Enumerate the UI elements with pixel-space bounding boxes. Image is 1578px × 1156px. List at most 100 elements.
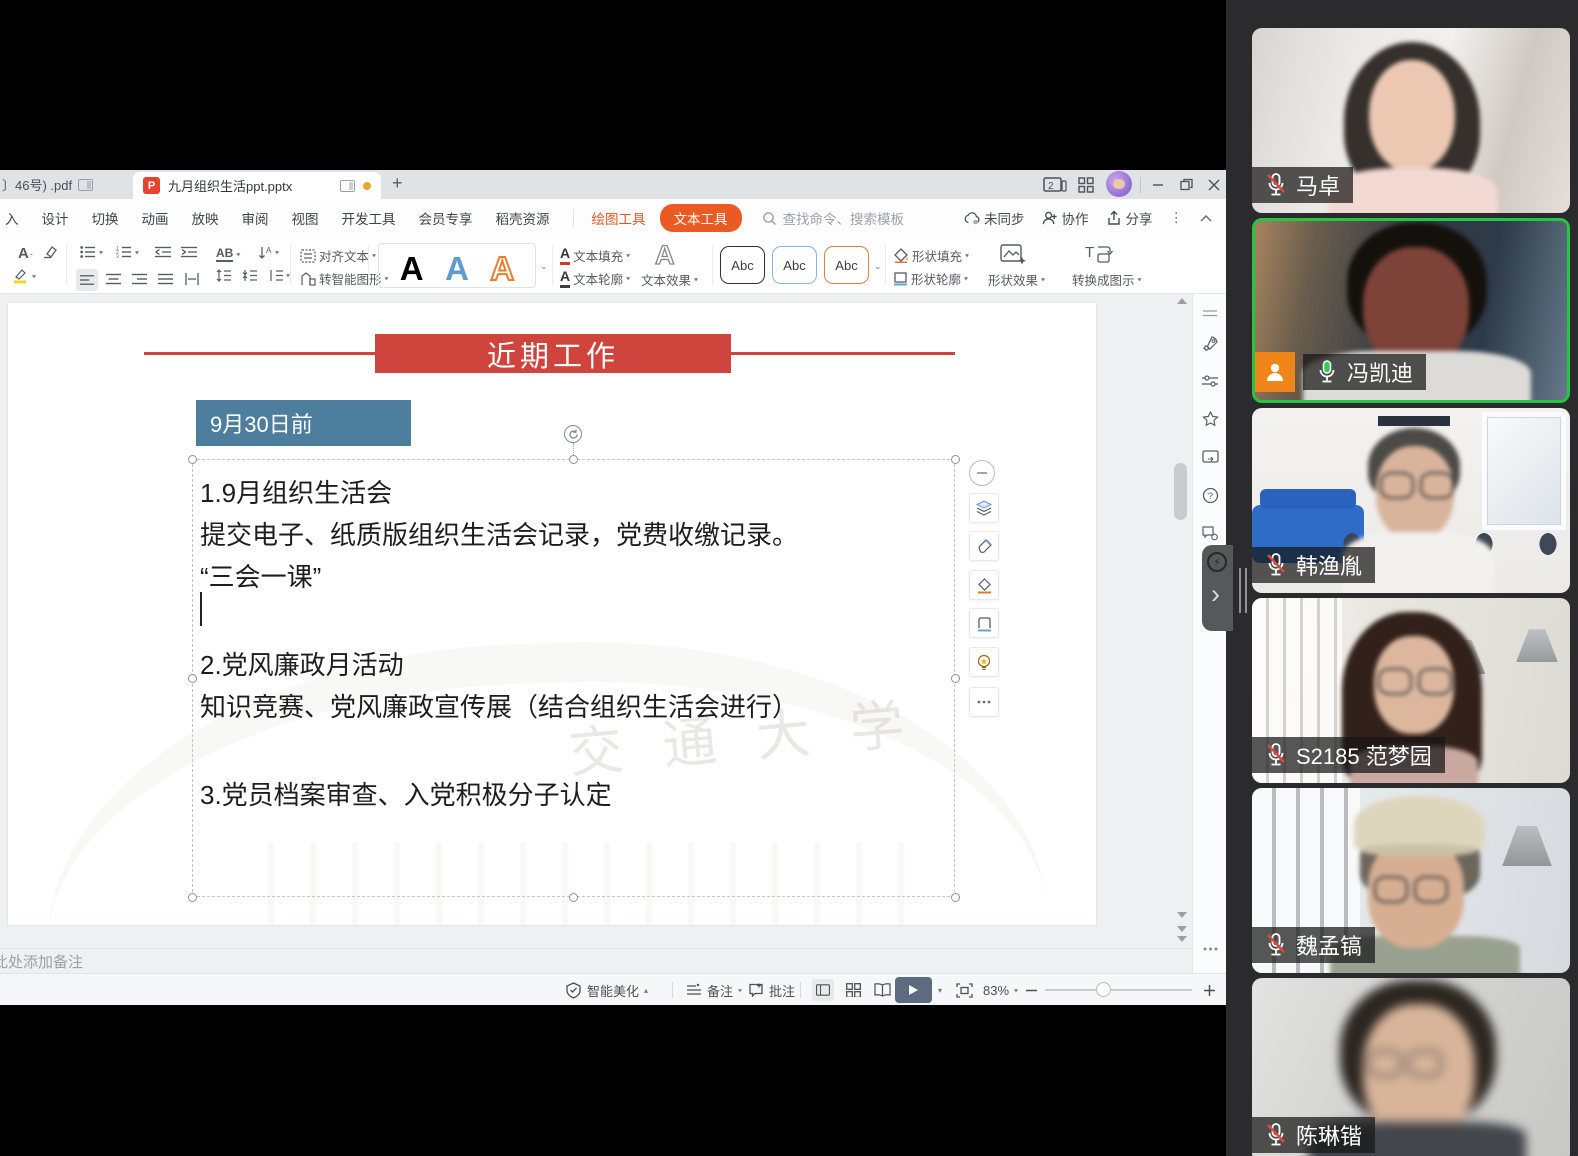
decrease-spacing-button[interactable] — [242, 269, 257, 282]
more-options-button[interactable] — [969, 687, 999, 717]
font-style-blue[interactable]: A — [445, 252, 469, 285]
play-options-caret[interactable]: ▾ — [938, 974, 942, 1006]
shape-effects-icon[interactable] — [1000, 243, 1026, 265]
increase-indent-button[interactable] — [181, 246, 197, 258]
menu-item-1[interactable]: 设计 — [42, 208, 69, 228]
workspace-grid-icon[interactable] — [1078, 170, 1094, 199]
convert-diagram-icon[interactable]: T — [1085, 242, 1113, 266]
selection-handle[interactable] — [951, 893, 960, 902]
recommend-button[interactable] — [969, 647, 999, 677]
slide-text-line[interactable]: 2.党风廉政月活动 — [200, 645, 404, 682]
sidebar-handle-icon[interactable] — [1201, 304, 1219, 322]
outline-color-button[interactable] — [969, 608, 999, 638]
normal-view-button[interactable] — [812, 979, 834, 1001]
menu-item-3[interactable]: 动画 — [142, 208, 169, 228]
slide-text-line[interactable]: 3.党员档案审查、入党积极分子认定 — [200, 775, 612, 812]
scrollbar-thumb[interactable] — [1174, 463, 1187, 520]
notes-button[interactable]: 备注 ▾ — [686, 974, 742, 1006]
account-avatar[interactable] — [1106, 171, 1132, 197]
gallery-expand-icon[interactable]: ⌄ — [540, 261, 548, 272]
sync-status[interactable]: 未同步 — [964, 208, 1025, 228]
decrease-indent-button[interactable] — [155, 246, 171, 258]
participant-tile[interactable]: 陈琳锴 — [1252, 978, 1570, 1156]
text-fill-button[interactable]: A文本填充▾ — [560, 246, 630, 265]
zoom-out-button[interactable] — [1026, 974, 1037, 1006]
selection-handle[interactable] — [188, 893, 197, 902]
slide-text-line[interactable]: 提交电子、纸质版组织生活会记录，党费收缴记录。 — [200, 515, 798, 552]
convert-diagram-button[interactable]: 转换成图示▾ — [1072, 270, 1142, 289]
fill-color-button[interactable] — [969, 570, 999, 600]
menu-item-8[interactable]: 会员专享 — [419, 208, 473, 228]
more-menu-icon[interactable]: ⋮ — [1170, 210, 1184, 226]
fit-slide-button[interactable] — [956, 974, 973, 1006]
next-slide-button[interactable] — [1177, 936, 1187, 942]
collaborate-button[interactable]: 协作 — [1042, 208, 1089, 228]
minimize-button[interactable] — [1146, 170, 1170, 199]
smart-beautify-button[interactable]: 智能美化 ▴ — [565, 974, 648, 1006]
rocket-icon[interactable] — [1201, 334, 1219, 352]
selection-handle[interactable] — [188, 455, 197, 464]
format-brush-button[interactable] — [969, 531, 999, 561]
panel-collapse-tab[interactable]: ⚡ › — [1202, 545, 1233, 631]
close-button[interactable] — [1202, 170, 1226, 199]
align-center-button[interactable] — [106, 273, 121, 285]
share-button[interactable]: 分享 — [1106, 208, 1153, 228]
justify-button[interactable] — [158, 273, 173, 285]
align-right-button[interactable] — [132, 273, 147, 285]
font-style-outline[interactable]: A — [490, 252, 514, 285]
numbered-list-button[interactable]: 123▾ — [116, 246, 139, 258]
smart-graphic-button[interactable]: 转智能图形▾ — [300, 269, 389, 288]
line-spacing-button[interactable]: ▾ — [268, 269, 290, 282]
menu-item-6[interactable]: 视图 — [292, 208, 319, 228]
highlight-color-button[interactable]: ▾ — [12, 268, 36, 284]
bullet-list-button[interactable]: ▾ — [80, 246, 103, 258]
panel-drag-handle[interactable] — [1245, 568, 1247, 613]
multi-window-icon[interactable]: 2 — [1043, 170, 1069, 199]
slide-text-line[interactable]: “三会一课” — [200, 557, 321, 594]
slide-date-box[interactable]: 9月30日前 — [196, 400, 411, 446]
slide-canvas[interactable]: 交通大学 近期工作 9月30日前 1.9月组织生活会提交电子、纸质版组织生活会记… — [8, 303, 1096, 925]
restore-button[interactable] — [1174, 170, 1198, 199]
previous-slide-button[interactable] — [1177, 926, 1187, 932]
sidebar-more-icon[interactable] — [1201, 940, 1219, 958]
participant-tile[interactable]: S2185 范梦园 — [1252, 598, 1570, 783]
text-style-sample-3[interactable]: Abc — [824, 246, 869, 284]
zoom-in-button[interactable] — [1204, 974, 1215, 1006]
tab-preview-icon[interactable] — [340, 180, 355, 192]
clear-format-icon[interactable] — [42, 245, 58, 259]
menu-item-5[interactable]: 审阅 — [242, 208, 269, 228]
new-tab-button[interactable]: + — [392, 173, 403, 194]
menu-item-7[interactable]: 开发工具 — [342, 208, 396, 228]
slideshow-play-button[interactable] — [895, 977, 932, 1003]
tab-background-pdf[interactable]: 〕46号) .pdf — [0, 170, 93, 199]
text-outline-button[interactable]: A文本轮廓▾ — [560, 269, 630, 288]
command-search[interactable]: 查找命令、搜索模板 — [762, 208, 905, 228]
participant-tile[interactable]: 韩渔胤 — [1252, 408, 1570, 593]
participant-tile[interactable]: 魏孟镐 — [1252, 788, 1570, 973]
zoom-slider-track[interactable] — [1045, 989, 1192, 991]
menu-item-0[interactable]: 入 — [5, 208, 19, 228]
layer-order-button[interactable] — [969, 493, 999, 523]
collapse-ribbon-icon[interactable] — [1200, 214, 1212, 222]
rotate-handle[interactable] — [564, 425, 582, 443]
menu-text-tools[interactable]: 文本工具 — [660, 204, 742, 232]
slide-title-banner[interactable]: 近期工作 — [375, 334, 731, 373]
increase-spacing-button[interactable] — [216, 269, 231, 282]
text-style-sample-1[interactable]: Abc — [720, 246, 765, 284]
text-direction-button[interactable]: AB▾ — [216, 246, 240, 262]
selection-handle[interactable] — [569, 893, 578, 902]
shape-effects-button[interactable]: 形状效果▾ — [988, 270, 1045, 289]
notes-bar[interactable]: 此处添加备注 — [0, 948, 1192, 973]
shape-fill-button[interactable]: 形状填充▾ — [893, 246, 969, 265]
slide-sorter-view-button[interactable] — [846, 974, 861, 1006]
adjust-sliders-icon[interactable] — [1201, 372, 1219, 390]
tab-active-pptx[interactable]: P 九月组织生活ppt.pptx — [133, 172, 381, 199]
shrink-font-button[interactable]: A- — [18, 245, 33, 262]
zoom-level[interactable]: 83%▾ — [983, 974, 1018, 1006]
sort-text-button[interactable]: A▾ — [258, 246, 279, 259]
text-style-sample-2[interactable]: Abc — [772, 246, 817, 284]
slide-text-line[interactable]: 1.9月组织生活会 — [200, 473, 392, 510]
menu-item-9[interactable]: 稻壳资源 — [496, 208, 550, 228]
participant-tile[interactable]: 冯凯迪 — [1252, 218, 1570, 403]
menu-item-4[interactable]: 放映 — [192, 208, 219, 228]
